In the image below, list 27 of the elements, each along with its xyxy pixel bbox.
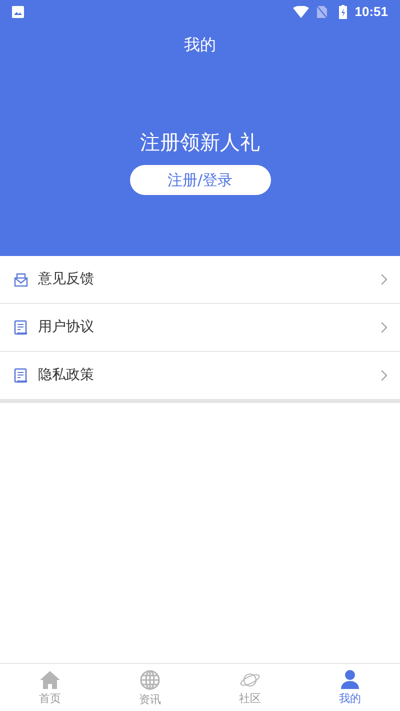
promo-text: 注册领新人礼 — [140, 129, 260, 156]
clock-time: 10:51 — [354, 3, 388, 22]
image-icon — [12, 6, 24, 18]
menu-item-label: 意见反馈 — [38, 270, 95, 289]
register-login-button[interactable]: 注册/登录 — [130, 165, 270, 195]
document-icon — [14, 320, 28, 335]
globe-icon — [140, 670, 160, 690]
tab-item[interactable]: 资讯 — [100, 664, 200, 711]
tab-item[interactable]: 社区 — [200, 664, 300, 711]
chevron-right-icon — [381, 274, 387, 285]
tab-item[interactable]: 我的 — [300, 664, 400, 711]
no-sim-icon — [316, 6, 327, 18]
battery-charging-icon — [338, 5, 347, 19]
menu-item-label: 用户协议 — [38, 318, 95, 337]
menu-item[interactable]: 用户协议 — [0, 304, 400, 352]
wifi-icon — [292, 6, 309, 18]
menu-item-label: 隐私政策 — [38, 366, 95, 385]
document-icon — [14, 368, 28, 383]
menu-item[interactable]: 意见反馈 — [0, 256, 400, 304]
user-icon — [341, 670, 359, 689]
tab-item[interactable]: 首页 — [0, 664, 100, 711]
home-icon — [40, 670, 60, 688]
planet-icon — [240, 670, 260, 688]
page-title: 我的 — [184, 34, 216, 56]
envelope-icon — [14, 272, 28, 286]
chevron-right-icon — [381, 370, 387, 381]
chevron-right-icon — [381, 322, 387, 333]
